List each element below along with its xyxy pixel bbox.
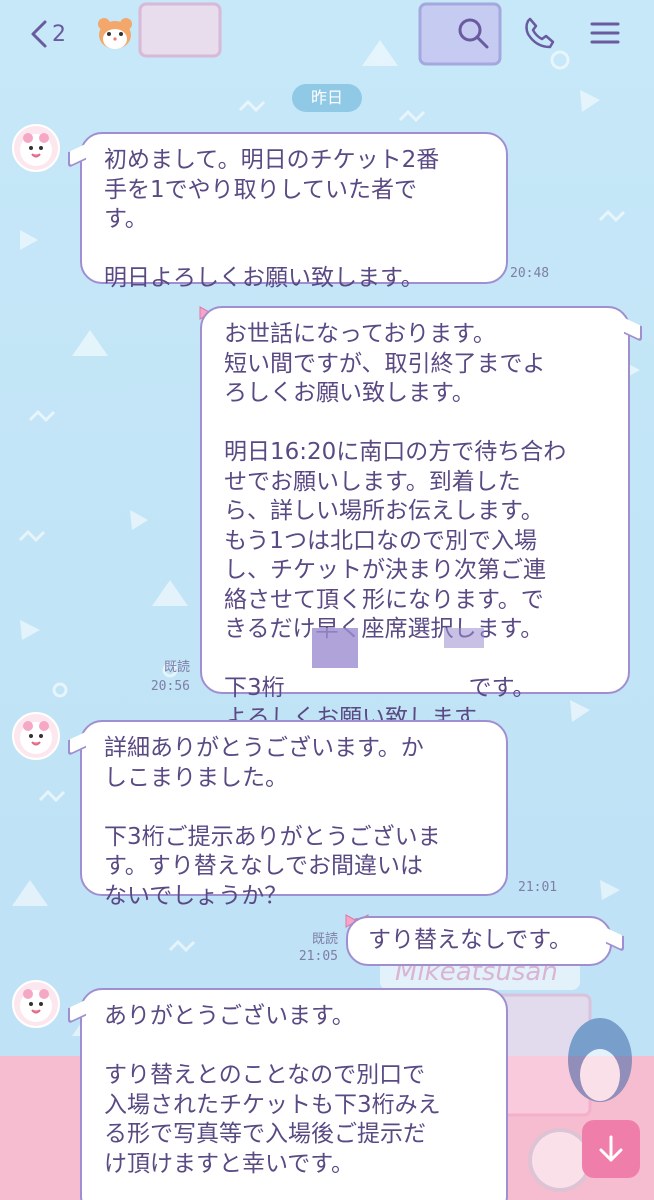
chat-header: 2 — [0, 0, 654, 70]
message-bubble-incoming[interactable]: 初めまして。明日のチケット2番 手を1でやり取りしていた者で す。 明日よろしく… — [80, 132, 508, 291]
hamster-avatar-icon — [20, 721, 52, 754]
hamster-avatar-icon — [20, 133, 52, 166]
message-time: 21:05 — [298, 949, 338, 964]
message-time: 20:56 — [150, 679, 190, 694]
hamster-avatar-icon — [20, 989, 52, 1022]
back-chevron-icon — [31, 20, 47, 48]
message-time: 21:01 — [518, 880, 558, 895]
message-bubble-outgoing[interactable]: お世話になっております。 短い間ですが、取引終了までよ ろしくお願い致します。 … — [200, 306, 630, 731]
search-icon[interactable] — [456, 16, 490, 50]
back-button[interactable]: 2 — [30, 16, 80, 52]
unread-count: 2 — [52, 21, 66, 47]
redacted-digits — [444, 628, 484, 648]
read-receipt: 既読 — [163, 660, 190, 675]
scroll-to-bottom-button[interactable] — [582, 1120, 640, 1178]
message-bubble-incoming[interactable]: ありがとうございます。 すり替えとのことなので別口で 入場されたチケットも下3桁… — [80, 988, 508, 1200]
avatar[interactable] — [12, 980, 60, 1028]
menu-icon[interactable] — [588, 16, 622, 50]
avatar[interactable] — [12, 124, 60, 172]
message-bubble-incoming[interactable]: 詳細ありがとうございます。か しこまりました。 下3桁ご提示ありがとうございま … — [80, 720, 508, 909]
read-receipt: 既読 — [311, 932, 338, 947]
arrow-down-icon — [599, 1135, 623, 1162]
redacted-digits — [312, 628, 358, 668]
chat-screen[interactable]: Mikeatsusan 2 昨日 初めまして。明日のチケット2番 手を1でやり取… — [0, 0, 654, 1200]
message-bubble-outgoing[interactable]: すり替えなしです。 — [346, 916, 612, 966]
hamster-icon — [98, 18, 132, 49]
message-time: 20:48 — [510, 266, 550, 281]
date-separator: 昨日 — [292, 84, 362, 112]
phone-icon[interactable] — [522, 16, 556, 50]
avatar[interactable] — [12, 712, 60, 760]
